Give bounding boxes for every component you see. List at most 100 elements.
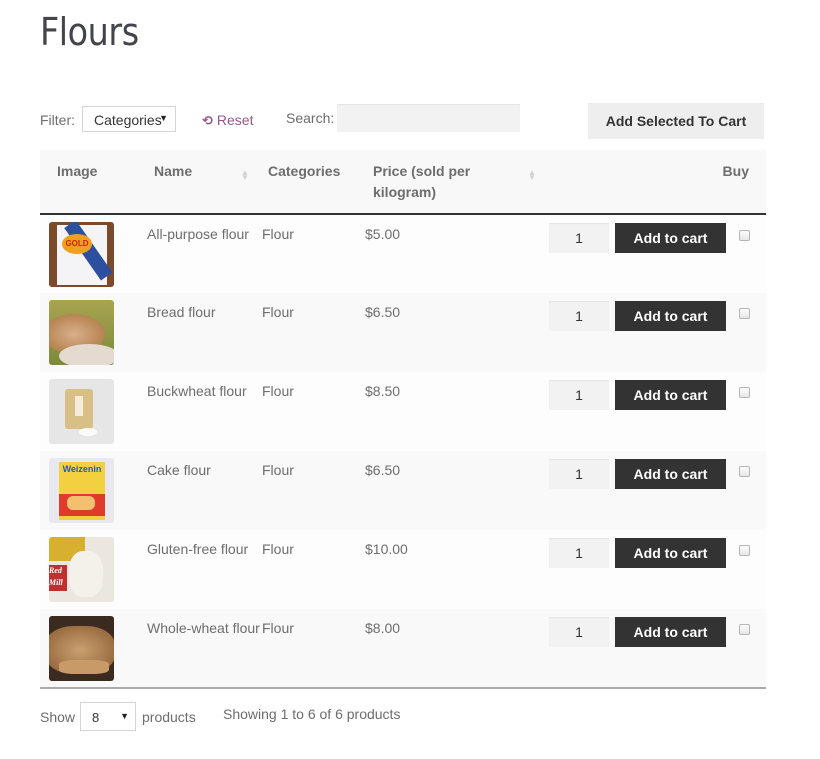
product-name-cell: All-purpose flour <box>138 214 262 293</box>
product-price: $6.50 <box>365 462 401 478</box>
product-thumbnail[interactable]: Red Mill <box>49 537 114 602</box>
product-category-cell: Flour <box>262 451 365 530</box>
buy-checkbox-cell <box>739 293 766 372</box>
product-category: Flour <box>262 383 294 399</box>
add-selected-to-cart-button[interactable]: Add Selected To Cart <box>588 103 764 139</box>
table-row: Red Mill Gluten-free flour Flour $10.00 … <box>40 530 766 609</box>
add-to-cart-cell: Add to cart <box>615 372 739 451</box>
quantity-input[interactable] <box>549 301 609 331</box>
buy-checkbox-cell <box>739 372 766 451</box>
product-price-cell: $6.50 <box>365 451 549 530</box>
quantity-input[interactable] <box>549 538 609 568</box>
column-header-price[interactable]: Price (sold per kilogram) ▲ ▼ <box>365 150 549 215</box>
product-image-cell <box>40 293 138 372</box>
product-name[interactable]: Bread flour <box>147 293 262 324</box>
search-label: Search: <box>286 110 335 126</box>
product-thumbnail[interactable]: GOLD <box>49 222 114 287</box>
reset-filters-link[interactable]: ⟲ Reset <box>202 112 253 129</box>
product-thumbnail[interactable] <box>49 300 114 365</box>
add-to-cart-button[interactable]: Add to cart <box>615 380 726 410</box>
products-label: products <box>142 709 196 725</box>
column-header-image: Image <box>40 150 138 215</box>
select-product-checkbox[interactable] <box>739 466 750 477</box>
page-title: Flours <box>40 10 139 54</box>
product-category-cell: Flour <box>262 293 365 372</box>
caret-down-icon: ▼ <box>159 113 168 123</box>
table-row: Whole-wheat flour Flour $8.00 Add to car… <box>40 609 766 689</box>
buy-checkbox-cell <box>739 530 766 609</box>
select-product-checkbox[interactable] <box>739 230 750 241</box>
sort-icon[interactable]: ▲ ▼ <box>528 169 536 182</box>
product-thumbnail[interactable]: Weizenin <box>49 458 114 523</box>
add-to-cart-cell: Add to cart <box>615 530 739 609</box>
product-name[interactable]: Buckwheat flour <box>147 372 262 403</box>
select-product-checkbox[interactable] <box>739 545 750 556</box>
select-product-checkbox[interactable] <box>739 308 750 319</box>
product-name[interactable]: All-purpose flour <box>147 215 262 246</box>
page-length-value: 8 <box>92 710 100 725</box>
buy-checkbox-cell <box>739 609 766 689</box>
product-name[interactable]: Cake flour <box>147 451 262 482</box>
table-header-row: Image Name ▲ ▼ Categories Price (sold per… <box>40 150 766 215</box>
column-header-name[interactable]: Name ▲ ▼ <box>138 150 262 215</box>
table-row: GOLD All-purpose flour Flour $5.00 Add t… <box>40 214 766 293</box>
product-name-cell: Buckwheat flour <box>138 372 262 451</box>
product-image-cell: GOLD <box>40 214 138 293</box>
product-price-cell: $8.00 <box>365 609 549 689</box>
product-price-cell: $6.50 <box>365 293 549 372</box>
select-product-checkbox[interactable] <box>739 387 750 398</box>
add-to-cart-button[interactable]: Add to cart <box>615 538 726 568</box>
table-row: Weizenin Cake flour Flour $6.50 Add to c… <box>40 451 766 530</box>
product-price: $10.00 <box>365 541 408 557</box>
quantity-input[interactable] <box>549 617 609 647</box>
add-to-cart-cell: Add to cart <box>615 451 739 530</box>
product-category: Flour <box>262 226 294 242</box>
add-to-cart-cell: Add to cart <box>615 214 739 293</box>
product-name[interactable]: Whole-wheat flour <box>147 609 262 640</box>
quantity-input[interactable] <box>549 223 609 253</box>
table-row: Buckwheat flour Flour $8.50 Add to cart <box>40 372 766 451</box>
product-category: Flour <box>262 462 294 478</box>
quantity-cell <box>549 530 615 609</box>
reset-label: Reset <box>216 112 254 128</box>
product-price: $5.00 <box>365 226 401 242</box>
search-input[interactable] <box>337 104 520 132</box>
sort-icon[interactable]: ▲ ▼ <box>241 169 249 182</box>
product-name-cell: Whole-wheat flour <box>138 609 262 689</box>
page-length-select[interactable]: 8 ▼ <box>80 702 136 731</box>
product-category-cell: Flour <box>262 214 365 293</box>
quantity-cell <box>549 293 615 372</box>
product-price-cell: $8.50 <box>365 372 549 451</box>
product-price-cell: $5.00 <box>365 214 549 293</box>
select-product-checkbox[interactable] <box>739 624 750 635</box>
quantity-cell <box>549 372 615 451</box>
filter-label: Filter: <box>40 112 75 128</box>
product-name[interactable]: Gluten-free flour <box>147 530 262 561</box>
quantity-input[interactable] <box>549 380 609 410</box>
add-to-cart-button[interactable]: Add to cart <box>615 617 726 647</box>
product-name-cell: Gluten-free flour <box>138 530 262 609</box>
quantity-cell <box>549 451 615 530</box>
column-header-buy: Buy <box>549 150 766 215</box>
product-category: Flour <box>262 620 294 636</box>
add-to-cart-button[interactable]: Add to cart <box>615 459 726 489</box>
category-filter-select[interactable]: Categories ▼ <box>82 106 176 132</box>
table-toolbar: Filter: Categories ▼ ⟲ Reset Search: Add … <box>40 103 764 139</box>
product-image-cell <box>40 609 138 689</box>
quantity-input[interactable] <box>549 459 609 489</box>
quantity-cell <box>549 609 615 689</box>
product-price: $8.50 <box>365 383 401 399</box>
product-price-cell: $10.00 <box>365 530 549 609</box>
add-to-cart-button[interactable]: Add to cart <box>615 223 726 253</box>
product-thumbnail[interactable] <box>49 616 114 681</box>
add-to-cart-cell: Add to cart <box>615 293 739 372</box>
category-filter-value: Categories <box>94 112 162 128</box>
products-table: Image Name ▲ ▼ Categories Price (sold per… <box>40 150 766 689</box>
product-category: Flour <box>262 541 294 557</box>
product-image-cell: Red Mill <box>40 530 138 609</box>
product-category: Flour <box>262 304 294 320</box>
product-name-cell: Cake flour <box>138 451 262 530</box>
add-to-cart-button[interactable]: Add to cart <box>615 301 726 331</box>
product-name-cell: Bread flour <box>138 293 262 372</box>
product-thumbnail[interactable] <box>49 379 114 444</box>
